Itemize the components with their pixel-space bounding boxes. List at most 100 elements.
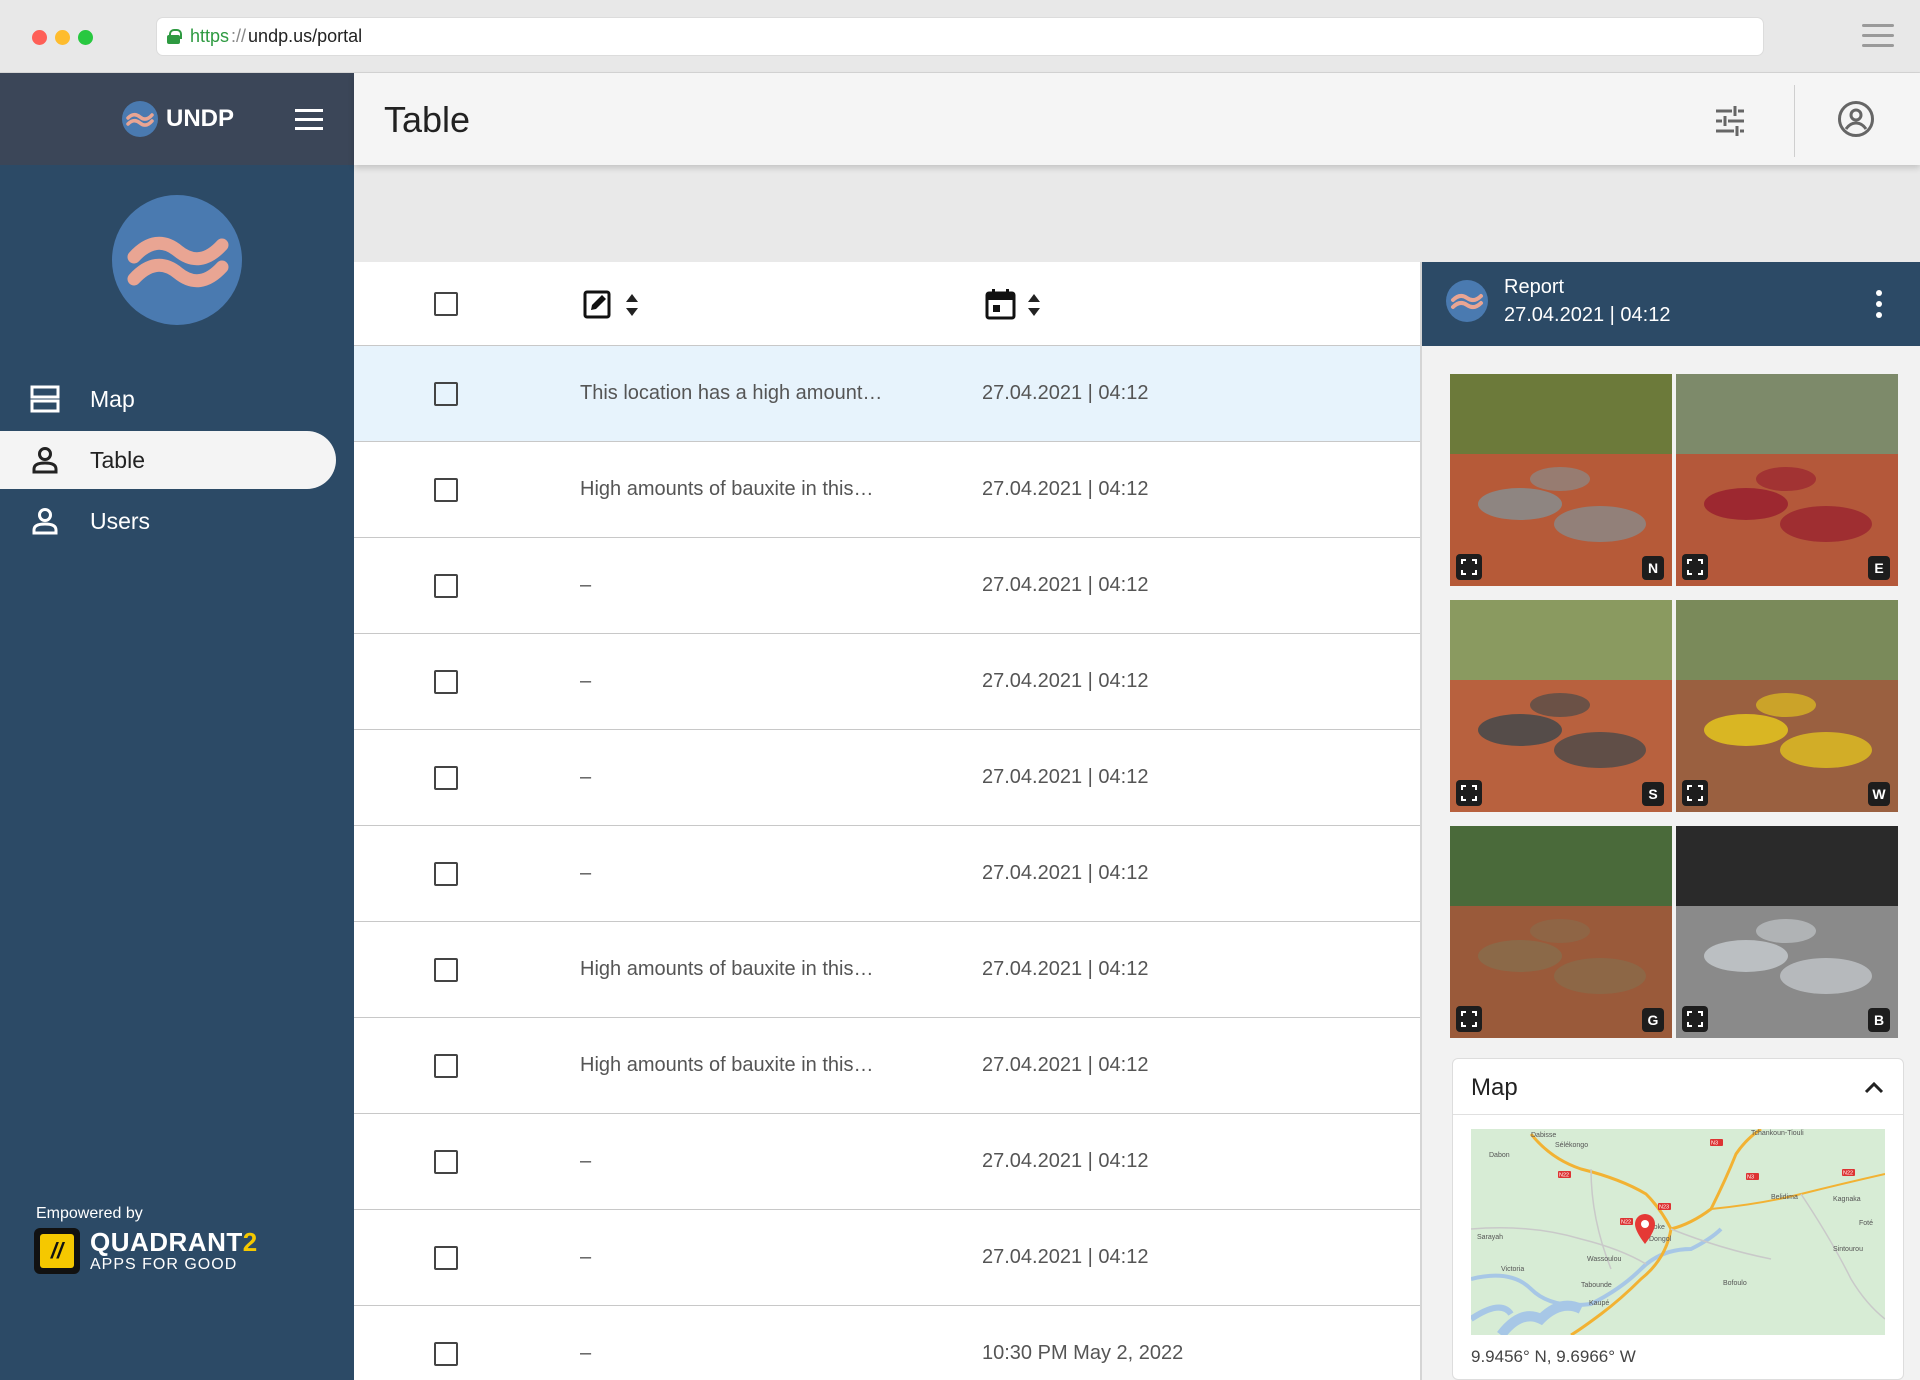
sidebar-item-label: Table [90,446,145,473]
map-place-label: Bofoulo [1723,1280,1747,1287]
row-checkbox[interactable] [434,574,458,598]
row-checkbox[interactable] [434,670,458,694]
fullscreen-icon[interactable] [1682,554,1708,580]
select-all-checkbox[interactable] [434,292,458,316]
calendar-icon[interactable] [984,288,1018,320]
chevron-up-icon[interactable] [1863,1077,1885,1099]
table-row[interactable]: – 27.04.2021 | 04:12 [354,730,1420,826]
partner-tagline: APPS FOR GOOD [90,1256,238,1273]
photo-direction-badge: G [1642,1008,1664,1032]
map-place-label: Dabon [1489,1152,1510,1159]
row-checkbox[interactable] [434,382,458,406]
undp-large-logo-icon [112,195,242,325]
undp-logo-icon [122,101,158,137]
brand[interactable]: UNDP [122,101,234,137]
person-icon [30,445,60,475]
sidebar-item-table[interactable]: Table [0,431,336,489]
table-row[interactable]: – 27.04.2021 | 04:12 [354,826,1420,922]
location-pin-icon[interactable] [1633,1213,1657,1245]
more-vert-icon[interactable] [1876,290,1882,318]
fullscreen-icon[interactable] [1456,554,1482,580]
photo-direction-badge: N [1642,556,1664,580]
close-window-button[interactable] [32,30,47,45]
site-photo[interactable]: G [1450,826,1672,1038]
row-checkbox[interactable] [434,478,458,502]
fullscreen-icon[interactable] [1456,1006,1482,1032]
table-row[interactable]: – 10:30 PM May 2, 2022 [354,1306,1420,1380]
table-row[interactable]: This location has a high amount… 27.04.20… [354,346,1420,442]
row-description: – [580,1342,592,1364]
partner-name: QUADRANT2 [90,1227,258,1257]
top-app-bar: Table [354,73,1920,165]
fullscreen-icon[interactable] [1456,780,1482,806]
account-circle-icon[interactable] [1836,99,1876,139]
row-date: 27.04.2021 | 04:12 [982,478,1149,500]
row-checkbox[interactable] [434,958,458,982]
sidebar-header: UNDP [0,73,354,165]
mini-map[interactable]: Dabisse Sélékongo Dabon Tchankoun-Tiouli Bel… [1471,1129,1885,1335]
sidebar: UNDP Map Table Users Empowered by // QUA… [0,73,354,1380]
row-checkbox[interactable] [434,1054,458,1078]
lock-icon [167,29,182,44]
fullscreen-icon[interactable] [1682,1006,1708,1032]
address-bar[interactable]: https :// undp.us/portal [157,18,1763,55]
partner-logo[interactable]: // QUADRANT2 APPS FOR GOOD [34,1228,258,1274]
row-checkbox[interactable] [434,1246,458,1270]
menu-toggle-icon[interactable] [295,109,323,131]
table-row[interactable]: – 27.04.2021 | 04:12 [354,634,1420,730]
table-header [354,262,1420,346]
tune-icon[interactable] [1712,103,1748,139]
row-checkbox[interactable] [434,1150,458,1174]
table-row[interactable]: High amounts of bauxite in this… 27.04.20… [354,1018,1420,1114]
table-row[interactable]: – 27.04.2021 | 04:12 [354,1114,1420,1210]
row-description: High amounts of bauxite in this… [580,478,874,500]
url-host: undp.us/portal [248,26,363,46]
report-panel: Report 27.04.2021 | 04:12 NESW GB Map Dab… [1420,262,1920,1380]
sort-description-icon[interactable] [624,292,640,318]
browser-menu-icon[interactable] [1862,24,1894,48]
table-row[interactable]: High amounts of bauxite in this… 27.04.20… [354,442,1420,538]
row-description: – [580,574,592,596]
sidebar-item-users[interactable]: Users [0,492,336,550]
table-row[interactable]: – 27.04.2021 | 04:12 [354,538,1420,634]
site-photo[interactable]: N [1450,374,1672,586]
row-checkbox[interactable] [434,766,458,790]
table-row[interactable]: – 27.04.2021 | 04:12 [354,1210,1420,1306]
sidebar-nav: Map Table Users [0,370,354,553]
empowered-by-label: Empowered by [36,1205,143,1222]
map-road-label: N22 [1842,1169,1855,1177]
svg-text:N3: N3 [1711,1141,1718,1147]
map-place-label: Kagnaka [1833,1196,1861,1203]
url-separator: :// [231,26,247,46]
site-photo[interactable]: B [1676,826,1898,1038]
row-date: 27.04.2021 | 04:12 [982,574,1149,596]
map-road-label: N3 [1746,1173,1759,1181]
map-place-label: Tchankoun-Tiouli [1751,1130,1804,1137]
row-checkbox[interactable] [434,862,458,886]
row-checkbox[interactable] [434,1342,458,1366]
map-place-label: Belidima [1771,1194,1798,1201]
svg-text:N3: N3 [1747,1175,1754,1181]
edit-note-icon[interactable] [582,288,616,320]
site-photo[interactable]: E [1676,374,1898,586]
table-row[interactable]: High amounts of bauxite in this… 27.04.20… [354,922,1420,1018]
page-title: Table [384,99,471,140]
map-road-label: N22 [1558,1171,1571,1179]
maximize-window-button[interactable] [78,30,93,45]
map-place-label: Victoria [1501,1266,1524,1273]
sidebar-item-map[interactable]: Map [0,370,336,428]
map-road-label: N23 [1658,1203,1671,1211]
map-card-header[interactable]: Map [1453,1059,1903,1115]
row-date: 27.04.2021 | 04:12 [982,766,1149,788]
undp-logo-icon [1446,280,1488,322]
report-header: Report 27.04.2021 | 04:12 [1422,262,1920,346]
map-coordinates: 9.9456° N, 9.6966° W [1471,1347,1636,1366]
url-scheme: https [190,26,230,46]
minimize-window-button[interactable] [55,30,70,45]
site-photo[interactable]: W [1676,600,1898,812]
site-photo[interactable]: S [1450,600,1672,812]
appbar-divider [1794,85,1795,157]
sort-date-icon[interactable] [1026,292,1042,318]
row-description: – [580,670,592,692]
fullscreen-icon[interactable] [1682,780,1708,806]
